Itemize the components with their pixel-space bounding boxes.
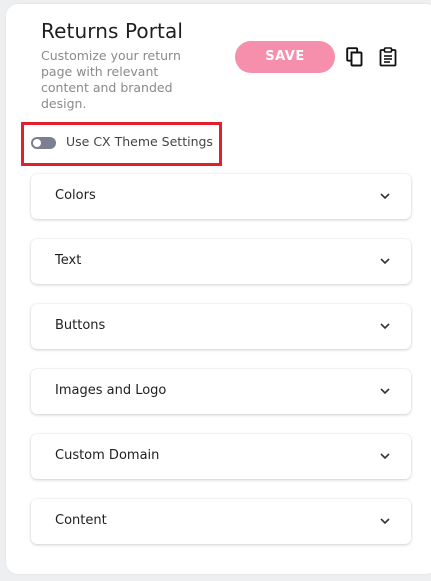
page-subtitle: Customize your return page with relevant…	[41, 48, 181, 111]
chevron-down-icon	[380, 193, 390, 200]
clipboard-icon[interactable]	[377, 45, 399, 69]
copy-icon[interactable]	[344, 45, 366, 69]
section-custom-domain[interactable]: Custom Domain	[31, 434, 411, 479]
section-text[interactable]: Text	[31, 239, 411, 284]
section-content[interactable]: Content	[31, 499, 411, 544]
section-label: Images and Logo	[55, 383, 167, 398]
chevron-down-icon	[380, 518, 390, 525]
section-label: Content	[55, 513, 107, 528]
section-label: Buttons	[55, 318, 106, 333]
section-colors[interactable]: Colors	[31, 174, 411, 219]
section-label: Custom Domain	[55, 448, 160, 463]
cx-theme-toggle-label: Use CX Theme Settings	[66, 134, 213, 149]
chevron-down-icon	[380, 258, 390, 265]
section-label: Colors	[55, 188, 96, 203]
cx-theme-toggle[interactable]	[31, 137, 56, 149]
chevron-down-icon	[380, 453, 390, 460]
chevron-down-icon	[380, 323, 390, 330]
section-buttons[interactable]: Buttons	[31, 304, 411, 349]
section-label: Text	[55, 253, 82, 268]
section-images-and-logo[interactable]: Images and Logo	[31, 369, 411, 414]
save-button[interactable]: SAVE	[235, 41, 335, 73]
toggle-knob	[33, 139, 41, 147]
chevron-down-icon	[380, 388, 390, 395]
page-title: Returns Portal	[41, 19, 184, 43]
